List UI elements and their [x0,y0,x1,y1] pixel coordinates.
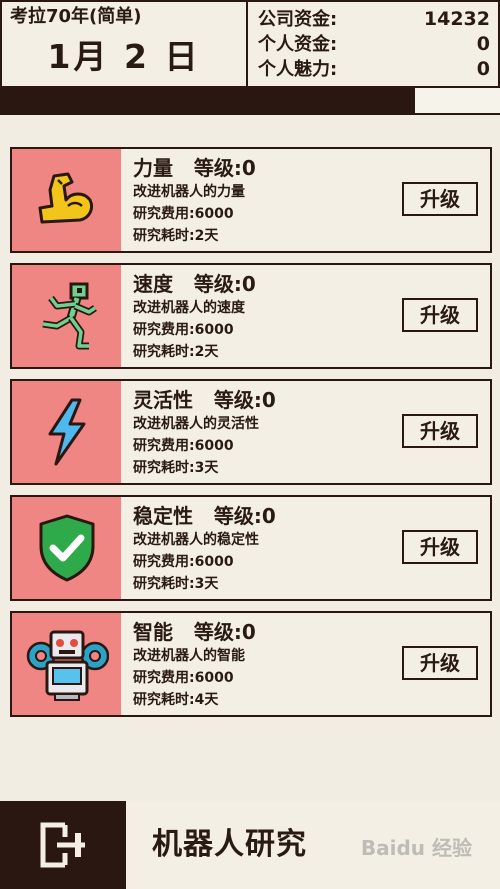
research-title: 稳定性 等级:0 [133,504,276,528]
day-progress-fill [0,88,415,113]
personal-funds-value: 0 [476,33,490,55]
research-card-speed: 速度 等级:0 改进机器人的速度 研究费用:6000 研究耗时:2天 升级 [10,263,492,369]
research-list: 力量 等级:0 改进机器人的力量 研究费用:6000 研究耗时:2天 升级 速度… [10,147,492,727]
upgrade-button-intelligence[interactable]: 升级 [402,646,478,680]
research-duration: 研究耗时:3天 [133,460,219,476]
card-icon-area [12,149,121,251]
personal-funds-row: 个人资金: 0 [258,32,490,57]
research-duration: 研究耗时:3天 [133,576,219,592]
research-duration: 研究耗时:4天 [133,692,219,708]
game-mode-title: 考拉70年(简单) [10,6,142,27]
robot-gear-icon [26,630,109,701]
upgrade-button-strength[interactable]: 升级 [402,182,478,216]
status-header: 考拉70年(简单) 1月 2 日 公司资金: 14232 个人资金: 0 个人魅… [0,0,500,88]
research-title: 智能 等级:0 [133,620,256,644]
upgrade-button-agility[interactable]: 升级 [402,414,478,448]
research-card-agility: 灵活性 等级:0 改进机器人的灵活性 研究费用:6000 研究耗时:3天 升级 [10,379,492,485]
company-funds-label: 公司资金: [258,9,338,30]
charisma-label: 个人魅力: [258,59,338,80]
running-robot-icon [42,282,97,350]
research-card-intelligence: 智能 等级:0 改进机器人的智能 研究费用:6000 研究耗时:4天 升级 [10,611,492,717]
card-icon-area [12,497,121,599]
research-title: 力量 等级:0 [133,156,256,180]
research-duration: 研究耗时:2天 [133,344,219,360]
day-progress-bar [0,88,500,115]
research-title: 速度 等级:0 [133,272,256,296]
charisma-value: 0 [476,58,490,80]
shield-check-icon [39,514,94,582]
company-funds-row: 公司资金: 14232 [258,7,490,32]
flexed-arm-icon [38,172,93,224]
upgrade-button-stability[interactable]: 升级 [402,530,478,564]
watermark: Baidu 经验 [360,836,472,860]
research-card-stability: 稳定性 等级:0 改进机器人的稳定性 研究费用:6000 研究耗时:3天 升级 [10,495,492,601]
upgrade-button-speed[interactable]: 升级 [402,298,478,332]
date-panel: 考拉70年(简单) 1月 2 日 [0,0,246,88]
charisma-row: 个人魅力: 0 [258,57,490,82]
research-title: 灵活性 等级:0 [133,388,276,412]
research-screen: 考拉70年(简单) 1月 2 日 公司资金: 14232 个人资金: 0 个人魅… [0,0,500,889]
card-icon-area [12,381,121,483]
personal-funds-label: 个人资金: [258,34,338,55]
lightning-icon [48,398,85,466]
research-duration: 研究耗时:2天 [133,228,219,244]
card-icon-area [12,613,121,715]
exit-door-icon [40,822,85,868]
back-button[interactable] [0,801,126,889]
company-funds-value: 14232 [423,8,490,30]
current-date: 1月 2 日 [47,37,201,76]
research-card-strength: 力量 等级:0 改进机器人的力量 研究费用:6000 研究耗时:2天 升级 [10,147,492,253]
funds-panel: 公司资金: 14232 个人资金: 0 个人魅力: 0 [246,0,500,88]
card-icon-area [12,265,121,367]
